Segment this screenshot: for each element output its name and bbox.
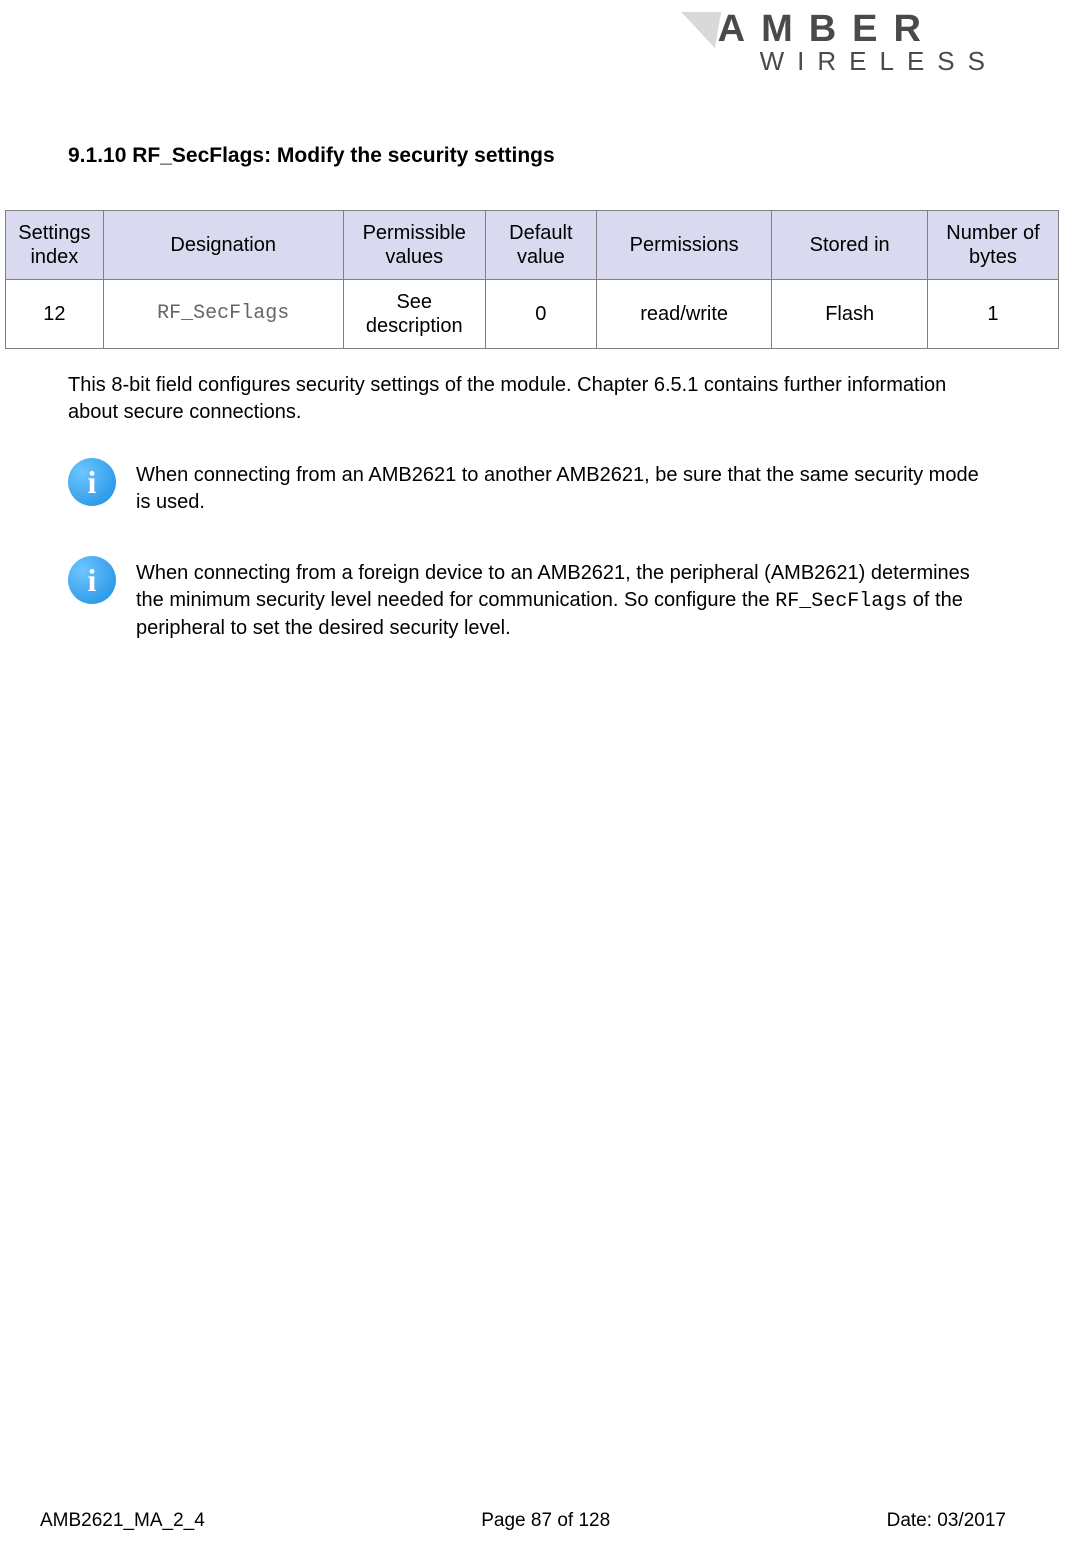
th-stored: Stored in — [772, 211, 928, 280]
footer-date: Date: 03/2017 — [887, 1510, 1006, 1532]
info-note-2-text: When connecting from a foreign device to… — [136, 550, 988, 642]
th-bytes: Number of bytes — [927, 211, 1058, 280]
info-note-2: i When connecting from a foreign device … — [68, 550, 988, 642]
page: AMBER WIRELESS 9.1.10 RF_SecFlags: Modif… — [0, 0, 1066, 1564]
footer-page-number: Page 87 of 128 — [481, 1510, 610, 1532]
info-icon: i — [68, 458, 116, 506]
th-designation: Designation — [103, 211, 343, 280]
logo-line2: WIRELESS — [760, 46, 998, 77]
td-stored: Flash — [772, 280, 928, 349]
info-note-1: i When connecting from an AMB2621 to ano… — [68, 452, 988, 516]
info-icon: i — [68, 556, 116, 604]
td-index: 12 — [6, 280, 104, 349]
logo-line1: AMBER — [718, 10, 998, 48]
th-default: Default value — [485, 211, 596, 280]
footer-doc-id: AMB2621_MA_2_4 — [40, 1510, 205, 1532]
td-permissible: See description — [343, 280, 485, 349]
th-permissible: Permissible values — [343, 211, 485, 280]
th-settings-index: Settings index — [6, 211, 104, 280]
td-permissions: read/write — [596, 280, 772, 349]
th-permissions: Permissions — [596, 211, 772, 280]
td-bytes: 1 — [927, 280, 1058, 349]
section-heading: 9.1.10 RF_SecFlags: Modify the security … — [68, 144, 555, 168]
info-note-1-text: When connecting from an AMB2621 to anoth… — [136, 452, 988, 516]
logo-triangle-icon — [674, 12, 720, 48]
td-designation: RF_SecFlags — [103, 280, 343, 349]
td-default: 0 — [485, 280, 596, 349]
settings-table: Settings index Designation Permissible v… — [5, 210, 1059, 349]
info-note-2-code: RF_SecFlags — [775, 590, 907, 613]
brand-logo: AMBER WIRELESS — [718, 10, 998, 77]
body-paragraph: This 8-bit field configures security set… — [68, 372, 988, 426]
table-row: 12 RF_SecFlags See description 0 read/wr… — [6, 280, 1059, 349]
page-footer: AMB2621_MA_2_4 Page 87 of 128 Date: 03/2… — [40, 1510, 1006, 1532]
table-header-row: Settings index Designation Permissible v… — [6, 211, 1059, 280]
